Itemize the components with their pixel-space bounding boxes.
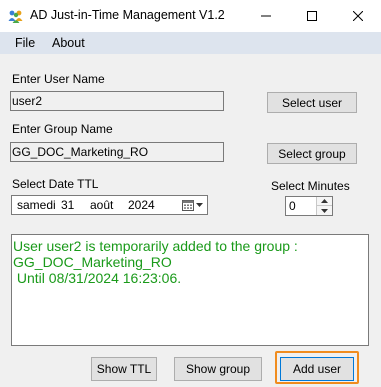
window-title: AD Just-in-Time Management V1.2 [30, 8, 225, 22]
output-line: User user2 is temporarily added to the g… [13, 238, 298, 254]
calendar-icon [182, 200, 194, 211]
user-name-input[interactable]: user2 [10, 91, 224, 111]
minimize-icon [261, 15, 271, 17]
minimize-button[interactable] [243, 0, 289, 32]
group-name-label: Enter Group Name [12, 122, 113, 136]
minutes-spin-buttons [316, 197, 332, 215]
show-group-button[interactable]: Show group [174, 357, 262, 381]
close-icon [353, 11, 363, 21]
maximize-icon [307, 11, 317, 21]
calendar-dropdown-button[interactable] [181, 197, 205, 213]
arrow-down-icon [321, 208, 328, 213]
add-user-button[interactable]: Add user [280, 357, 354, 381]
minutes-label: Select Minutes [271, 179, 350, 193]
show-ttl-button[interactable]: Show TTL [91, 357, 157, 381]
chevron-down-icon [196, 203, 203, 207]
date-weekday[interactable]: samedi [17, 198, 56, 212]
select-group-button[interactable]: Select group [267, 143, 357, 164]
date-year[interactable]: 2024 [128, 198, 155, 212]
title-bar[interactable]: AD Just-in-Time Management V1.2 [0, 0, 381, 32]
menu-about[interactable]: About [52, 36, 85, 50]
date-ttl-picker[interactable]: samedi 31 août 2024 [11, 195, 208, 215]
date-day[interactable]: 31 [61, 198, 74, 212]
group-name-input[interactable]: GG_DOC_Marketing_RO [10, 142, 224, 162]
minutes-decrement-button[interactable] [317, 206, 332, 215]
maximize-button[interactable] [289, 0, 335, 32]
minutes-increment-button[interactable] [317, 197, 332, 206]
output-textarea[interactable]: User user2 is temporarily added to the g… [11, 234, 369, 346]
users-app-icon [8, 10, 23, 23]
date-ttl-label: Select Date TTL [12, 177, 99, 191]
date-month[interactable]: août [90, 198, 113, 212]
menu-file[interactable]: File [15, 36, 35, 50]
arrow-up-icon [321, 199, 328, 203]
output-line: Until 08/31/2024 16:23:06. [13, 270, 182, 286]
select-user-button[interactable]: Select user [267, 92, 357, 113]
minutes-stepper[interactable]: 0 [285, 196, 333, 216]
user-name-label: Enter User Name [12, 72, 105, 86]
output-line: GG_DOC_Marketing_RO [13, 254, 172, 270]
menu-bar: File About [0, 32, 381, 54]
close-button[interactable] [335, 0, 381, 32]
minutes-value[interactable]: 0 [289, 199, 296, 213]
